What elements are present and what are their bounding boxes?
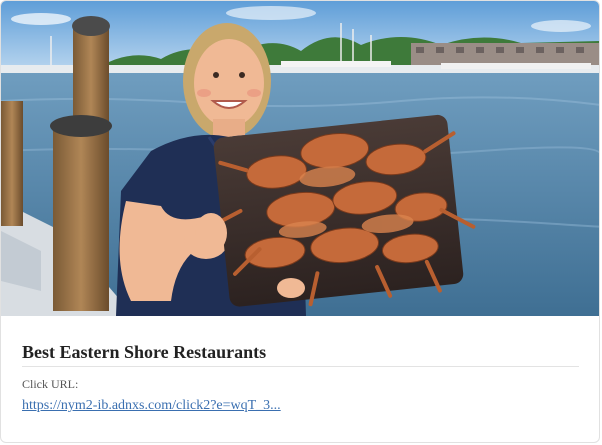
ad-card[interactable]: Best Eastern Shore Restaurants Click URL…	[0, 0, 600, 443]
click-url-link[interactable]: https://nym2-ib.adnxs.com/click2?e=wqT_3…	[22, 397, 281, 414]
click-url-label: Click URL:	[22, 377, 79, 391]
ad-text-area: Best Eastern Shore Restaurants Click URL…	[22, 316, 579, 442]
ad-image[interactable]	[1, 1, 599, 316]
divider	[22, 366, 579, 367]
ad-photo	[1, 1, 599, 316]
ad-title[interactable]: Best Eastern Shore Restaurants	[22, 316, 579, 363]
